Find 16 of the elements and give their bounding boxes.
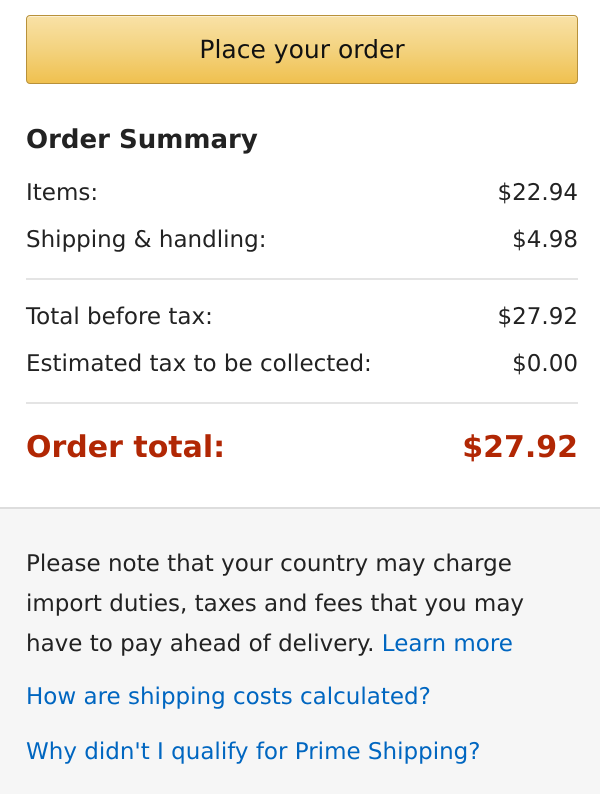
row-label: Items: <box>26 178 98 208</box>
learn-more-link[interactable]: Learn more <box>382 631 513 657</box>
order-total-value: $27.92 <box>462 429 578 467</box>
row-label: Total before tax: <box>26 302 213 332</box>
row-value: $27.92 <box>498 302 578 332</box>
row-value: $4.98 <box>512 226 578 254</box>
notice-text: Please note that your country may charge import duties, taxes and fees that you may have to pay ahead of delivery. Learn more <box>26 550 526 659</box>
row-value: $22.94 <box>498 178 578 208</box>
order-total-label: Order total: <box>26 429 226 467</box>
help-link[interactable]: Why didn't I qualify for Prime Shipping? <box>26 732 480 772</box>
row-label: Shipping & handling: <box>26 226 266 254</box>
help-link[interactable]: How are shipping costs calculated? <box>26 677 431 717</box>
row-value: $0.00 <box>512 350 578 378</box>
row-label: Estimated tax to be collected: <box>26 350 372 378</box>
place-order-button[interactable]: Place your order <box>26 15 578 84</box>
summary-title: Order Summary <box>26 124 259 157</box>
